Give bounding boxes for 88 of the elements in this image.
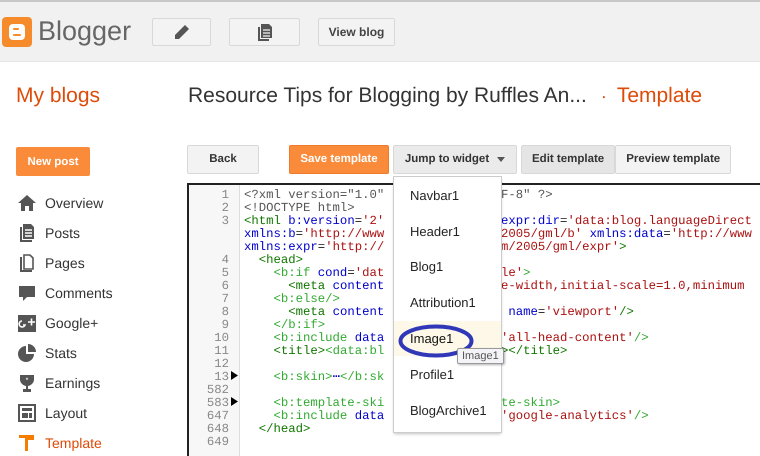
- fold-arrow-icon[interactable]: [231, 397, 238, 406]
- line-number: 5: [220, 267, 230, 280]
- sidebar-item[interactable]: Pages: [0, 248, 187, 278]
- code-text: 2005/gml/b' xmlns:data='http://www: [501, 228, 752, 241]
- line-number: 1: [220, 189, 230, 202]
- sidebar-item[interactable]: Earnings: [0, 368, 187, 398]
- code-text: <meta content: [287, 306, 386, 319]
- speech-bubble-icon: [17, 283, 37, 303]
- code-text: <title><data:bl: [272, 345, 386, 358]
- code-text: <b:else/>: [272, 293, 341, 306]
- widget-menu-item[interactable]: Profile1: [410, 366, 454, 382]
- code-text: le'>: [501, 267, 531, 280]
- line-number: 6: [220, 280, 230, 293]
- line-number: 4: [220, 254, 230, 267]
- code-text: <?xml version="1.0": [243, 189, 386, 202]
- line-number: 583: [206, 397, 230, 410]
- sidebar-item[interactable]: Layout: [0, 398, 187, 428]
- document-icon: [256, 22, 272, 40]
- line-number: 2: [220, 202, 230, 215]
- line-number: 11: [213, 345, 230, 358]
- template-tab[interactable]: Preview template: [615, 144, 732, 174]
- line-number: 7: [220, 293, 230, 306]
- code-text: 'all-head-content'/>: [501, 332, 649, 345]
- brand-name[interactable]: Blogger: [38, 16, 152, 47]
- code-text: <b:template-ski: [272, 397, 386, 410]
- pie-chart-icon: [17, 343, 37, 363]
- widget-menu-item[interactable]: Header1: [410, 224, 460, 239]
- code-text: <html b:version='2': [243, 215, 386, 228]
- separator-dot: ·: [600, 86, 607, 106]
- tooltip: Image1: [457, 348, 504, 364]
- code-text: expr:dir='data:blog.languageDirect: [501, 215, 752, 228]
- code-text: 'google-analytics'/>: [501, 410, 649, 423]
- code-text: </head>: [258, 423, 312, 436]
- code-text: name='viewport'/>: [507, 306, 634, 319]
- template-tab[interactable]: Edit template: [521, 144, 616, 174]
- home-icon: [17, 193, 37, 213]
- line-number: 13: [213, 371, 230, 384]
- code-text: xmlns:expr='http://: [243, 241, 386, 254]
- code-text: <b:if cond='dat: [272, 267, 386, 280]
- sidebar-item[interactable]: Comments: [0, 278, 187, 308]
- widget-menu-item[interactable]: Attribution1: [410, 295, 476, 310]
- code-text: <!DOCTYPE html>: [243, 202, 356, 215]
- sidebar-item[interactable]: Google+: [0, 308, 187, 338]
- caret-icon: [497, 156, 506, 162]
- blog-title: Resource Tips for Blogging by Ruffles An...: [188, 84, 587, 108]
- code-text: </b:if>: [272, 319, 326, 332]
- line-number: 3: [220, 215, 230, 228]
- line-number: 8: [220, 306, 230, 319]
- code-text: xmlns:b='http://www: [243, 228, 386, 241]
- line-number: 649: [206, 436, 230, 449]
- paint-roller-icon: [17, 433, 37, 453]
- code-text: ></title>: [501, 345, 568, 358]
- new-post-button[interactable]: [152, 18, 211, 46]
- my-blogs-link[interactable]: My blogs: [0, 84, 188, 108]
- layout-icon: [17, 403, 37, 423]
- trophy-icon: [17, 373, 37, 393]
- code-text: e-width,initial-scale=1.0,minimum: [501, 280, 745, 293]
- google-plus-icon: [17, 313, 37, 333]
- back-button[interactable]: Back: [187, 144, 259, 174]
- section-title: Template: [616, 84, 702, 108]
- jump-to-widget-dropdown[interactable]: Jump to widget: [393, 144, 517, 174]
- code-text: <head>: [258, 254, 304, 267]
- code-text: <b:include data: [272, 410, 386, 423]
- line-number: 9: [220, 319, 230, 332]
- code-text: F-8" ?>: [501, 189, 553, 202]
- line-number: 648: [206, 423, 230, 436]
- view-blog-button[interactable]: View blog: [318, 18, 395, 46]
- widget-menu-item[interactable]: Blog1: [410, 259, 444, 274]
- fold-arrow-icon[interactable]: [231, 371, 238, 380]
- line-number: 10: [213, 332, 230, 345]
- sidebar-item[interactable]: Posts: [0, 218, 187, 248]
- code-text: te-skin>: [501, 397, 560, 410]
- pages-icon: [17, 253, 37, 273]
- line-number: 12: [213, 358, 230, 371]
- sidebar-item[interactable]: Template: [0, 428, 187, 456]
- sidebar-item[interactable]: Stats: [0, 338, 187, 368]
- posts-button[interactable]: [229, 18, 300, 46]
- pencil-icon: [174, 24, 190, 40]
- code-text: <b:skin>⋯</b:sk: [272, 371, 386, 384]
- line-number: 647: [206, 410, 230, 423]
- posts-icon: [17, 223, 37, 243]
- code-text: <b:include data: [272, 332, 386, 345]
- code-text: <meta content: [287, 280, 386, 293]
- widget-menu-item[interactable]: Navbar1: [410, 188, 460, 203]
- line-number: 582: [206, 384, 230, 397]
- code-text: m/2005/gml/expr'>: [501, 241, 626, 254]
- sidebar-item[interactable]: Overview: [0, 188, 187, 218]
- widget-menu-item[interactable]: BlogArchive1: [410, 402, 487, 418]
